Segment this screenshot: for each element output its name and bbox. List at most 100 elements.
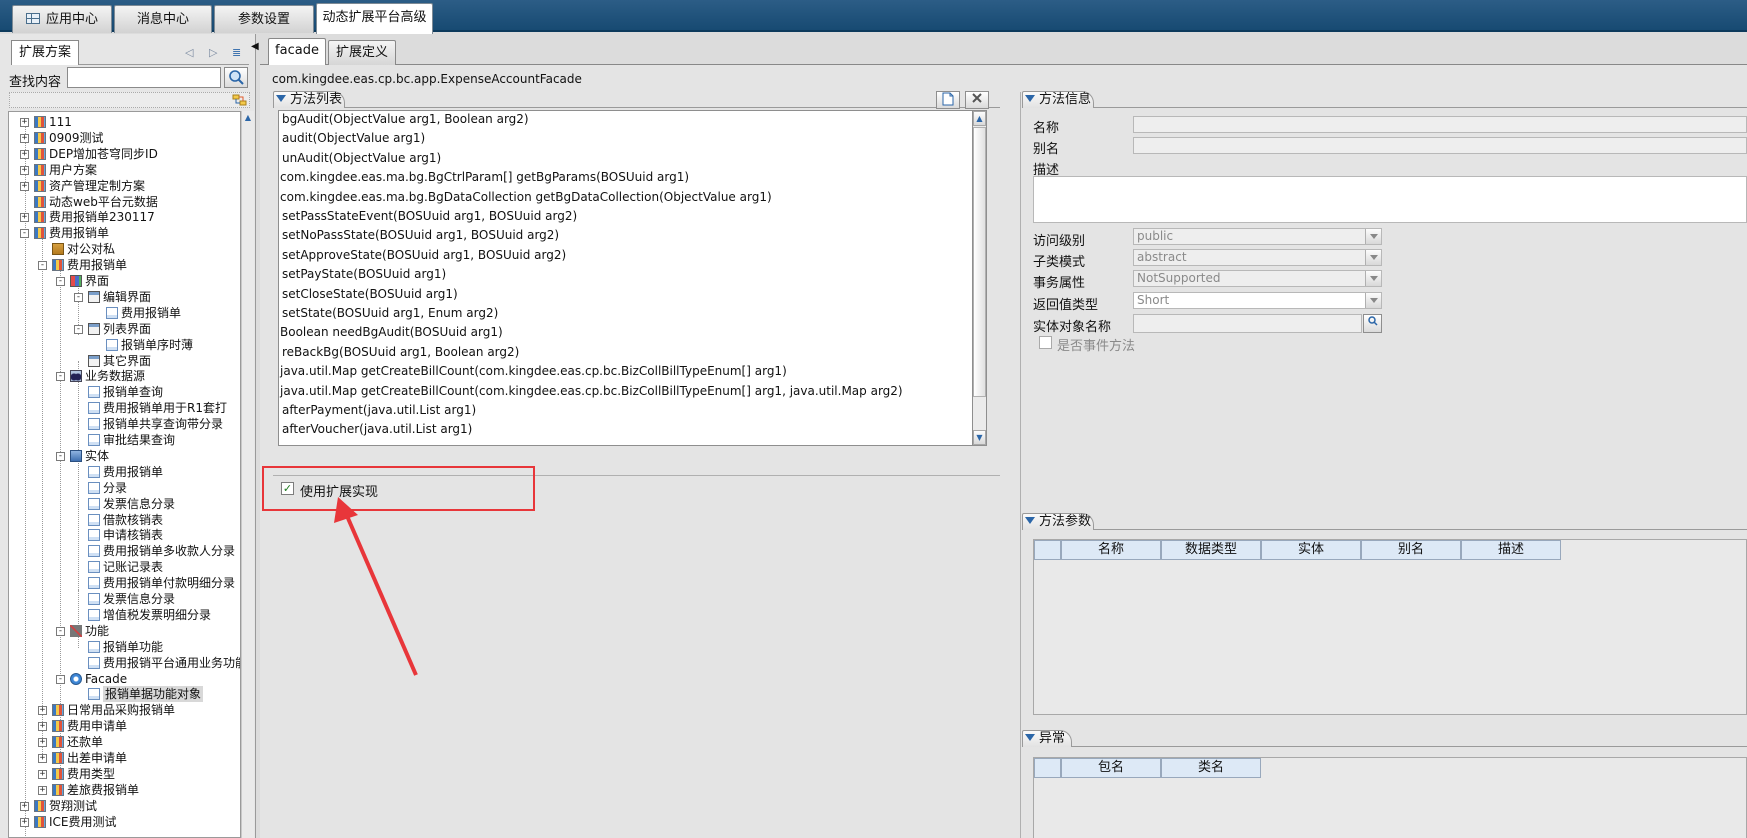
- list-menu-icon[interactable]: ≣: [232, 46, 241, 59]
- delete-method-button[interactable]: [965, 91, 989, 109]
- tree-node[interactable]: + 还款单: [9, 734, 240, 750]
- tree-node[interactable]: + 差旅费报销单: [9, 782, 240, 798]
- tree-node[interactable]: 报销单功能: [9, 639, 240, 655]
- column-header[interactable]: 别名: [1361, 540, 1461, 560]
- description-field[interactable]: [1033, 176, 1747, 223]
- tree-node[interactable]: 费用报销单: [9, 305, 240, 321]
- tree-node[interactable]: 审批结果查询: [9, 432, 240, 448]
- tab-extension-definition[interactable]: 扩展定义: [328, 40, 396, 65]
- method-list-item[interactable]: setPayState(BOSUuid arg1): [279, 264, 446, 284]
- tree-node[interactable]: +0909测试: [9, 130, 240, 146]
- tree-node[interactable]: 报销单序时薄: [9, 337, 240, 353]
- tree-scrollbar[interactable]: ▲: [241, 111, 254, 838]
- method-list-item[interactable]: audit(ObjectValue arg1): [279, 128, 425, 148]
- tree-node[interactable]: 分录: [9, 480, 240, 496]
- tab-parameter-settings[interactable]: 参数设置: [214, 5, 314, 33]
- collapse-icon[interactable]: -: [56, 372, 65, 382]
- method-info-header[interactable]: 方法信息: [1022, 91, 1091, 108]
- tree-node[interactable]: 报销单共享查询带分录: [9, 416, 240, 432]
- collapse-icon[interactable]: -: [56, 674, 65, 684]
- method-params-grid[interactable]: 名称 数据类型 实体 别名 描述: [1033, 539, 1747, 715]
- tree-node[interactable]: 费用报销单付款明细分录: [9, 575, 240, 591]
- expand-icon[interactable]: +: [20, 118, 29, 127]
- method-list-item[interactable]: bgAudit(ObjectValue arg1, Boolean arg2): [279, 111, 529, 129]
- tree-node[interactable]: + 贺翔测试: [9, 798, 240, 814]
- column-header[interactable]: 包名: [1061, 758, 1161, 778]
- collapse-icon[interactable]: -: [38, 261, 47, 271]
- tree-node[interactable]: + ICE费用测试: [9, 814, 240, 830]
- tree-node[interactable]: - 列表界面: [9, 321, 240, 337]
- tree-node[interactable]: 费用报销平台通用业务功能: [9, 655, 240, 671]
- column-header[interactable]: 类名: [1161, 758, 1261, 778]
- collapse-icon[interactable]: -: [56, 277, 65, 286]
- prev-arrow-icon[interactable]: ◁: [185, 46, 193, 59]
- exceptions-header[interactable]: 异常: [1022, 730, 1065, 747]
- method-list-item[interactable]: setApproveState(BOSUuid arg1, BOSUuid ar…: [279, 245, 566, 265]
- tree-node[interactable]: - 功能: [9, 623, 240, 639]
- column-header[interactable]: 名称: [1061, 540, 1161, 560]
- method-list-item[interactable]: setCloseState(BOSUuid arg1): [279, 284, 458, 304]
- method-list-item[interactable]: reBackBg(BOSUuid arg1, Boolean arg2): [279, 342, 519, 362]
- tree-node[interactable]: - 实体: [9, 448, 240, 464]
- tab-dynamic-extension-platform[interactable]: 动态扩展平台高级版: [316, 3, 433, 52]
- expand-icon[interactable]: +: [20, 165, 29, 175]
- alias-field[interactable]: [1133, 137, 1747, 154]
- expand-icon[interactable]: +: [20, 817, 29, 827]
- method-list-item[interactable]: setPassStateEvent(BOSUuid arg1, BOSUuid …: [279, 206, 577, 226]
- scroll-up-icon[interactable]: ▲: [973, 111, 986, 126]
- search-button[interactable]: [224, 67, 248, 88]
- method-list-item[interactable]: java.util.Map getCreateBillCount(com.kin…: [279, 381, 903, 401]
- tree-node[interactable]: + 日常用品采购报销单: [9, 702, 240, 718]
- subclass-mode-select[interactable]: abstract: [1133, 249, 1382, 266]
- tree-node[interactable]: 借款核销表: [9, 512, 240, 528]
- tree-node[interactable]: + 费用报销单230117: [9, 209, 240, 225]
- method-list[interactable]: bgAudit(ObjectValue arg1, Boolean arg2) a…: [278, 110, 973, 446]
- tree-node[interactable]: - 费用报销单: [9, 257, 240, 273]
- tree-node[interactable]: + DEP增加苍穹同步ID: [9, 146, 240, 162]
- search-input[interactable]: [67, 67, 221, 88]
- collapse-icon[interactable]: -: [74, 292, 83, 302]
- tree-sync-icon[interactable]: [232, 93, 248, 108]
- tree-node[interactable]: + 费用类型: [9, 766, 240, 782]
- tree-node[interactable]: +111: [9, 114, 240, 130]
- tree-node[interactable]: - 编辑界面: [9, 289, 240, 305]
- tree-node[interactable]: 动态web平台元数据: [9, 194, 240, 210]
- scroll-up-icon[interactable]: ▲: [243, 113, 253, 125]
- event-method-checkbox[interactable]: [1039, 336, 1052, 349]
- tree-node[interactable]: + 资产管理定制方案: [9, 178, 240, 194]
- tree-node[interactable]: + 费用申请单: [9, 718, 240, 734]
- tree-node[interactable]: 报销单据功能对象: [9, 686, 240, 703]
- expand-icon[interactable]: +: [38, 722, 47, 732]
- tree-node[interactable]: 增值税发票明细分录: [9, 607, 240, 623]
- method-list-item[interactable]: afterPayment(java.util.List arg1): [279, 400, 476, 420]
- method-list-scrollbar[interactable]: ▲ ▼: [972, 110, 987, 446]
- collapse-panel-icon[interactable]: ◀: [251, 41, 259, 57]
- expand-icon[interactable]: +: [38, 785, 47, 795]
- method-list-item[interactable]: java.util.Map getCreateBillCount(com.kin…: [279, 361, 787, 381]
- method-list-item[interactable]: com.kingdee.eas.ma.bg.BgDataCollection g…: [279, 187, 772, 207]
- return-type-select[interactable]: Short: [1133, 292, 1382, 309]
- tree-node[interactable]: - 界面: [9, 273, 240, 289]
- tree-node[interactable]: 发票信息分录: [9, 591, 240, 607]
- column-header[interactable]: 实体: [1261, 540, 1361, 560]
- expand-icon[interactable]: +: [20, 213, 29, 223]
- tab-extension-schemes[interactable]: 扩展方案: [11, 40, 79, 65]
- tree-node[interactable]: 其它界面: [9, 353, 240, 369]
- method-list-item[interactable]: unAudit(ObjectValue arg1): [279, 148, 441, 168]
- collapse-icon[interactable]: -: [56, 626, 65, 636]
- column-header[interactable]: 描述: [1461, 540, 1561, 560]
- tree-node[interactable]: 记账记录表: [9, 559, 240, 575]
- method-params-header[interactable]: 方法参数: [1022, 513, 1091, 530]
- method-list-item[interactable]: afterVoucher(java.util.List arg1): [279, 419, 472, 439]
- tree-node[interactable]: - 费用报销单: [9, 225, 240, 241]
- expand-icon[interactable]: +: [38, 706, 47, 716]
- tree-node[interactable]: 费用报销单多收款人分录: [9, 543, 240, 559]
- scroll-thumb[interactable]: [973, 127, 986, 397]
- tree-node[interactable]: 发票信息分录: [9, 496, 240, 512]
- tree-node[interactable]: + 出差申请单: [9, 750, 240, 766]
- transaction-attr-select[interactable]: NotSupported: [1133, 270, 1382, 287]
- collapse-icon[interactable]: -: [74, 324, 83, 334]
- next-arrow-icon[interactable]: ▷: [209, 46, 217, 59]
- tree-node[interactable]: 费用报销单用于R1套打: [9, 400, 240, 416]
- method-list-item[interactable]: Boolean needBgAudit(BOSUuid arg1): [279, 322, 503, 342]
